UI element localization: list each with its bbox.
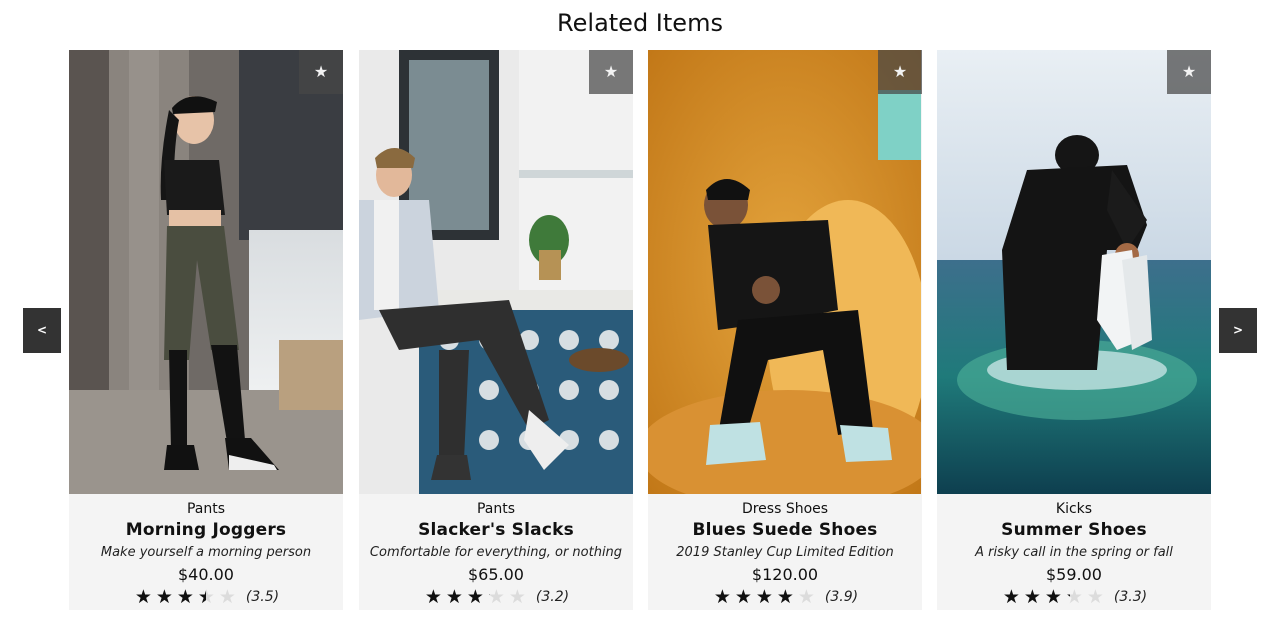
- product-category: Kicks: [1055, 501, 1093, 517]
- star-rating: ★★★★★★★★★★: [1001, 586, 1106, 608]
- star-rating: ★★★★★★★★★★: [133, 586, 238, 608]
- star-icon: ★★: [176, 586, 194, 608]
- star-icon: ★★: [776, 586, 794, 608]
- favorite-star-icon[interactable]: ★: [878, 50, 922, 94]
- product-rating: ★★★★★★★★★★ (3.9): [648, 586, 922, 608]
- star-icon: ★★: [218, 586, 236, 608]
- product-category: Dress Shoes: [741, 501, 829, 517]
- product-name[interactable]: Slacker's Slacks: [359, 519, 633, 542]
- rating-value: (3.3): [1113, 589, 1148, 605]
- product-price: $59.00: [1046, 565, 1102, 584]
- carousel-prev-button[interactable]: <: [23, 308, 61, 353]
- product-card[interactable]: ★ Pants Slacker's Slacks Comfortable for…: [359, 50, 633, 610]
- favorite-star-icon[interactable]: ★: [299, 50, 343, 94]
- rating-value: (3.2): [535, 589, 570, 605]
- star-icon: ★★: [197, 586, 215, 608]
- carousel-next-button[interactable]: >: [1219, 308, 1257, 353]
- star-icon: ★★: [1086, 586, 1104, 608]
- rating-value: (3.9): [824, 589, 859, 605]
- star-icon: ★★: [424, 586, 442, 608]
- product-rating: ★★★★★★★★★★ (3.3): [937, 586, 1211, 608]
- product-name[interactable]: Summer Shoes: [937, 519, 1211, 542]
- star-icon: ★★: [755, 586, 773, 608]
- star-icon: ★★: [1065, 586, 1083, 608]
- product-rating: ★★★★★★★★★★ (3.2): [359, 586, 633, 608]
- product-name[interactable]: Morning Joggers: [69, 519, 343, 542]
- related-items-carousel: ★ Pants Morning Joggers Make yourself a …: [69, 50, 1211, 610]
- product-card[interactable]: ★ Pants Morning Joggers Make yourself a …: [69, 50, 343, 610]
- star-icon: ★★: [445, 586, 463, 608]
- product-image[interactable]: ★: [359, 50, 633, 494]
- product-rating: ★★★★★★★★★★ (3.5): [69, 586, 343, 608]
- star-rating: ★★★★★★★★★★: [423, 586, 528, 608]
- star-icon: ★★: [1023, 586, 1041, 608]
- favorite-star-icon[interactable]: ★: [1167, 50, 1211, 94]
- product-image[interactable]: ★: [937, 50, 1211, 494]
- star-icon: ★★: [1044, 586, 1062, 608]
- product-description: A risky call in the spring or fall: [975, 545, 1173, 560]
- product-description: Comfortable for everything, or nothing: [369, 545, 623, 560]
- product-category: Pants: [476, 501, 516, 517]
- product-price: $120.00: [751, 565, 819, 584]
- star-icon: ★★: [487, 586, 505, 608]
- product-description: Make yourself a morning person: [100, 545, 312, 560]
- star-icon: ★★: [466, 586, 484, 608]
- star-icon: ★★: [155, 586, 173, 608]
- product-card[interactable]: ★ Dress Shoes Blues Suede Shoes 2019 Sta…: [648, 50, 922, 610]
- product-category: Pants: [186, 501, 226, 517]
- product-card[interactable]: ★ Kicks Summer Shoes A risky call in the…: [937, 50, 1211, 610]
- product-image[interactable]: ★: [69, 50, 343, 494]
- rating-value: (3.5): [245, 589, 280, 605]
- favorite-star-icon[interactable]: ★: [589, 50, 633, 94]
- star-icon: ★★: [797, 586, 815, 608]
- star-icon: ★★: [1002, 586, 1020, 608]
- product-name[interactable]: Blues Suede Shoes: [648, 519, 922, 542]
- star-icon: ★★: [734, 586, 752, 608]
- star-rating: ★★★★★★★★★★: [712, 586, 817, 608]
- star-icon: ★★: [134, 586, 152, 608]
- product-image[interactable]: ★: [648, 50, 922, 494]
- product-price: $65.00: [468, 565, 524, 584]
- product-price: $40.00: [178, 565, 234, 584]
- product-description: 2019 Stanley Cup Limited Edition: [676, 545, 894, 560]
- star-icon: ★★: [713, 586, 731, 608]
- section-title: Related Items: [557, 9, 723, 37]
- star-icon: ★★: [508, 586, 526, 608]
- related-items-page: Related Items ★ Pants Morning Joggers Ma…: [0, 0, 1288, 629]
